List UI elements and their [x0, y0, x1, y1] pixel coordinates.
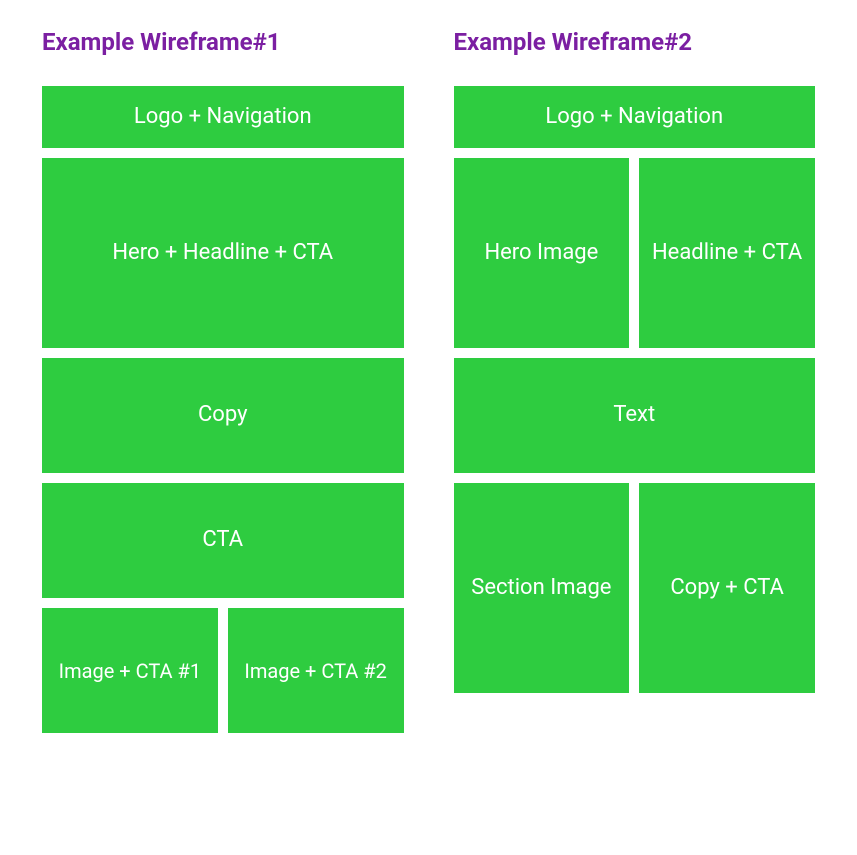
wireframe-1-image-row: Image + CTA #1 Image + CTA #2 — [42, 608, 404, 733]
wireframe-2-hero-row: Hero Image Headline + CTA — [454, 158, 816, 348]
wireframe-2-section-row: Section Image Copy + CTA — [454, 483, 816, 693]
wireframe-1-imgcta2-block: Image + CTA #2 — [228, 608, 404, 733]
wireframe-2-column: Example Wireframe#2 Logo + Navigation He… — [454, 28, 816, 733]
wireframe-1-cta-block: CTA — [42, 483, 404, 598]
wireframe-1-nav-block: Logo + Navigation — [42, 86, 404, 148]
wireframe-comparison: Example Wireframe#1 Logo + Navigation He… — [42, 28, 815, 733]
wireframe-2-nav-block: Logo + Navigation — [454, 86, 816, 148]
wireframe-1-hero-block: Hero + Headline + CTA — [42, 158, 404, 348]
wireframe-2-headline-block: Headline + CTA — [639, 158, 815, 348]
wireframe-1-body: Logo + Navigation Hero + Headline + CTA … — [42, 86, 404, 733]
wireframe-1-title: Example Wireframe#1 — [42, 28, 404, 56]
wireframe-1-imgcta1-block: Image + CTA #1 — [42, 608, 218, 733]
wireframe-2-body: Logo + Navigation Hero Image Headline + … — [454, 86, 816, 693]
wireframe-2-text-block: Text — [454, 358, 816, 473]
wireframe-1-column: Example Wireframe#1 Logo + Navigation He… — [42, 28, 404, 733]
wireframe-2-title: Example Wireframe#2 — [454, 28, 816, 56]
wireframe-1-copy-block: Copy — [42, 358, 404, 473]
wireframe-2-sectionimg-block: Section Image — [454, 483, 630, 693]
wireframe-2-heroimg-block: Hero Image — [454, 158, 630, 348]
wireframe-2-copycta-block: Copy + CTA — [639, 483, 815, 693]
